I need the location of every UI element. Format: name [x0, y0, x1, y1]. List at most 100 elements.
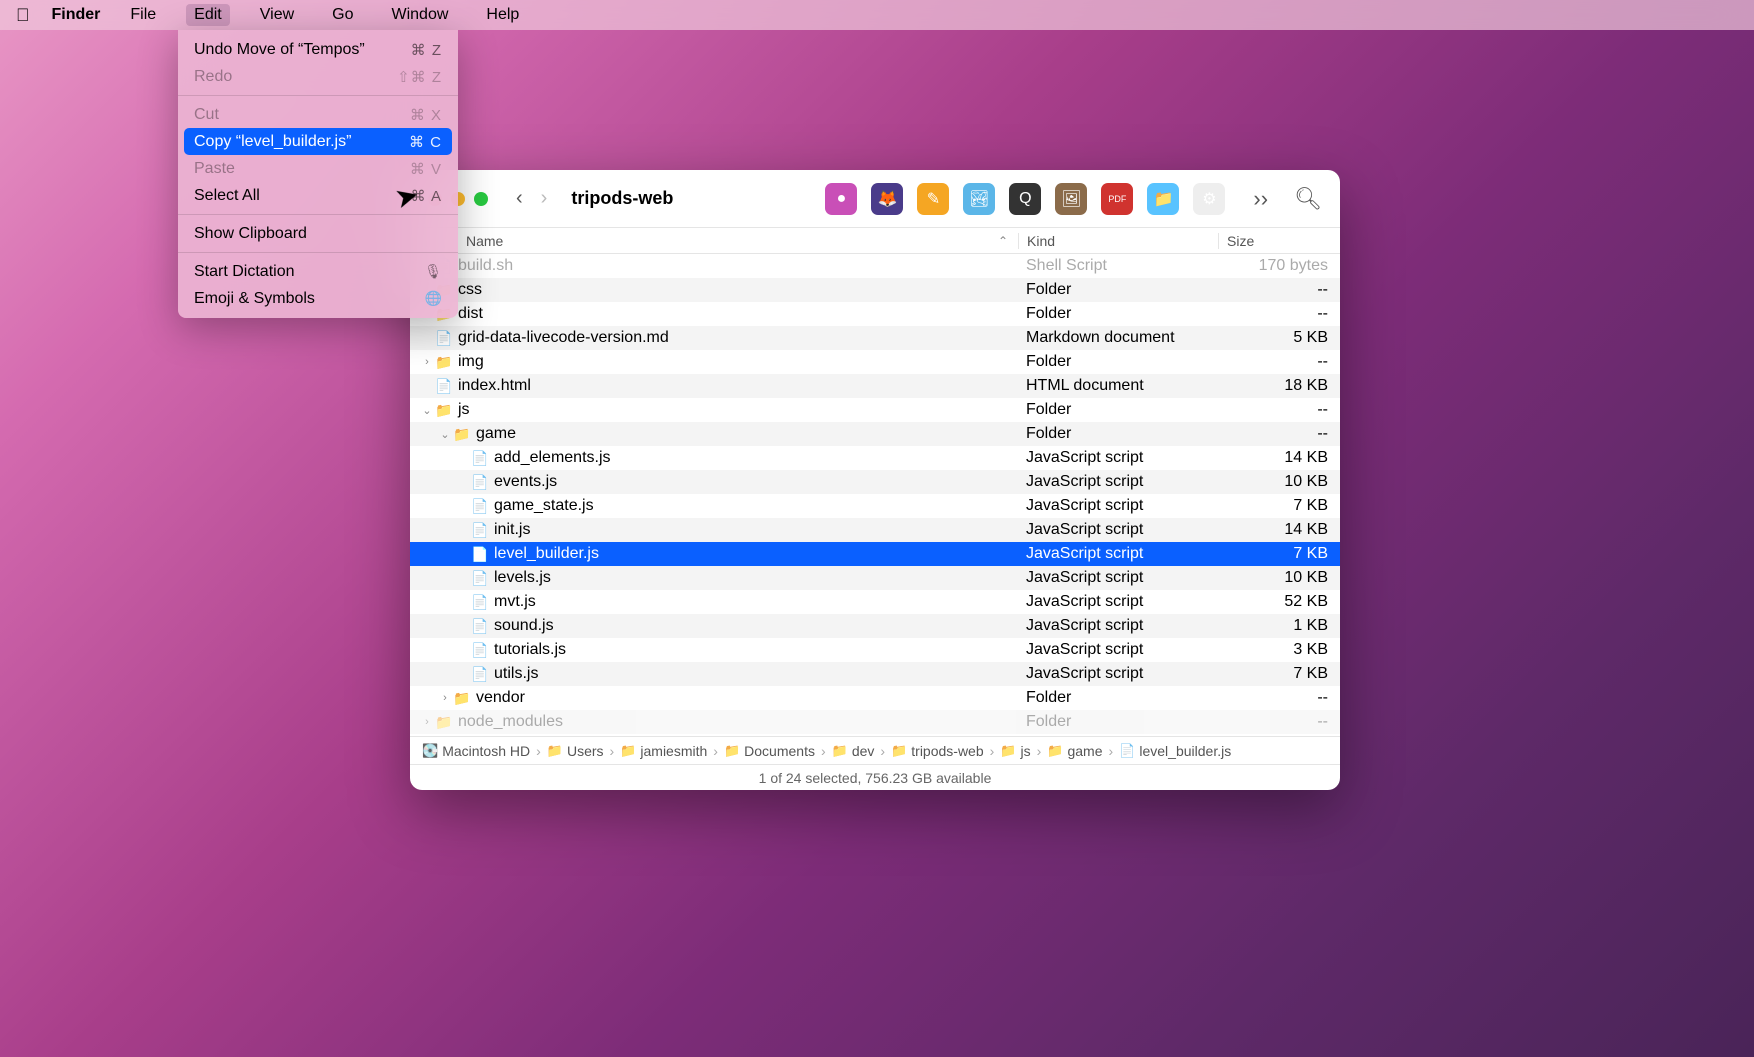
path-label: level_builder.js	[1139, 743, 1231, 759]
file-size: 18 KB	[1218, 377, 1328, 395]
path-label: game	[1067, 743, 1102, 759]
file-row[interactable]: 📄game_state.jsJavaScript script7 KB	[410, 494, 1340, 518]
file-row[interactable]: 📄add_elements.jsJavaScript script14 KB	[410, 446, 1340, 470]
menu-emoji[interactable]: Emoji & Symbols 🌐	[178, 285, 458, 312]
path-segment[interactable]: 📁Users	[547, 743, 604, 759]
column-headers: Name ⌃ Kind Size	[410, 228, 1340, 254]
file-size: 52 KB	[1218, 593, 1328, 611]
menu-window[interactable]: Window	[383, 4, 456, 26]
file-icon: 📄	[470, 498, 490, 515]
file-kind: JavaScript script	[1018, 497, 1218, 515]
file-kind: Folder	[1018, 281, 1218, 299]
file-size: 7 KB	[1218, 497, 1328, 515]
menu-separator	[178, 95, 458, 96]
overflow-button[interactable]: ››	[1253, 186, 1268, 212]
path-icon: 📁	[1047, 743, 1063, 759]
back-button[interactable]: ‹	[516, 187, 523, 210]
menu-copy[interactable]: Copy “level_builder.js” ⌘ C	[184, 128, 452, 155]
toolbar-app-quicktime[interactable]: Q	[1009, 183, 1041, 215]
menu-paste: Paste ⌘ V	[178, 155, 458, 182]
path-segment[interactable]: 📁dev	[832, 743, 875, 759]
path-segment[interactable]: 💽Macintosh HD	[422, 743, 530, 759]
file-row[interactable]: 📄utils.jsJavaScript script7 KB	[410, 662, 1340, 686]
file-row[interactable]: ›📁imgFolder--	[410, 350, 1340, 374]
file-row[interactable]: 📄grid-data-livecode-version.mdMarkdown d…	[410, 326, 1340, 350]
titlebar[interactable]: ‹ › tripods-web ●🦊✎🏞Q🖼PDF📁⚙ ›› 🔍︎	[410, 170, 1340, 228]
path-segment[interactable]: 📁game	[1047, 743, 1102, 759]
disclosure-icon[interactable]: ›	[438, 692, 452, 704]
file-row[interactable]: 📄levels.jsJavaScript script10 KB	[410, 566, 1340, 590]
menu-edit[interactable]: Edit	[186, 4, 230, 26]
path-segment[interactable]: 📁Documents	[724, 743, 815, 759]
search-icon[interactable]: 🔍︎	[1294, 186, 1322, 212]
menu-file[interactable]: File	[122, 4, 164, 26]
header-name[interactable]: Name ⌃	[410, 233, 1018, 249]
file-size: --	[1218, 353, 1328, 371]
maximize-button[interactable]	[474, 192, 488, 206]
file-row[interactable]: 📄index.htmlHTML document18 KB	[410, 374, 1340, 398]
toolbar-app-folder[interactable]: 📁	[1147, 183, 1179, 215]
path-segment[interactable]: 📁tripods-web	[891, 743, 984, 759]
file-row[interactable]: 📄init.jsJavaScript script14 KB	[410, 518, 1340, 542]
folder-icon: 📁	[434, 714, 454, 731]
disclosure-icon[interactable]: ⌄	[420, 404, 434, 417]
disclosure-icon[interactable]: ›	[420, 716, 434, 728]
apple-menu[interactable]: 	[16, 5, 30, 26]
file-kind: Folder	[1018, 713, 1218, 731]
file-size: 14 KB	[1218, 449, 1328, 467]
file-row[interactable]: 📄sound.jsJavaScript script1 KB	[410, 614, 1340, 638]
file-kind: JavaScript script	[1018, 545, 1218, 563]
header-size[interactable]: Size	[1218, 233, 1328, 249]
menu-show-clipboard[interactable]: Show Clipboard	[178, 220, 458, 247]
toolbar-app-preview[interactable]: 🏞	[963, 183, 995, 215]
path-icon: 💽	[422, 743, 438, 759]
app-name[interactable]: Finder	[52, 6, 101, 24]
path-segment[interactable]: 📄level_builder.js	[1119, 743, 1231, 759]
file-row[interactable]: ›📁vendorFolder--	[410, 686, 1340, 710]
menu-undo[interactable]: Undo Move of “Tempos” ⌘ Z	[178, 36, 458, 63]
file-row[interactable]: 📁distFolder--	[410, 302, 1340, 326]
menu-show-clipboard-label: Show Clipboard	[194, 225, 307, 243]
file-kind: JavaScript script	[1018, 521, 1218, 539]
path-bar[interactable]: 💽Macintosh HD›📁Users›📁jamiesmith›📁Docume…	[410, 736, 1340, 764]
file-icon: 📄	[470, 594, 490, 611]
file-row[interactable]: 📄events.jsJavaScript script10 KB	[410, 470, 1340, 494]
path-segment[interactable]: 📁js	[1000, 743, 1030, 759]
file-row[interactable]: 📄mvt.jsJavaScript script52 KB	[410, 590, 1340, 614]
file-row[interactable]: 📁cssFolder--	[410, 278, 1340, 302]
disclosure-icon[interactable]: ›	[420, 356, 434, 368]
file-row[interactable]: ›📁node_modulesFolder--	[410, 710, 1340, 734]
menu-view[interactable]: View	[252, 4, 302, 26]
file-kind: Shell Script	[1018, 257, 1218, 275]
file-name: css	[454, 281, 1018, 299]
file-list[interactable]: 📄build.shShell Script170 bytes📁cssFolder…	[410, 254, 1340, 736]
toolbar-app-app9[interactable]: ⚙	[1193, 183, 1225, 215]
path-segment[interactable]: 📁jamiesmith	[620, 743, 707, 759]
file-name: dist	[454, 305, 1018, 323]
menu-help[interactable]: Help	[478, 4, 527, 26]
menu-go[interactable]: Go	[324, 4, 361, 26]
menu-undo-label: Undo Move of “Tempos”	[194, 41, 365, 59]
file-row[interactable]: 📄level_builder.jsJavaScript script7 KB	[410, 542, 1340, 566]
toolbar-app-firefox[interactable]: 🦊	[871, 183, 903, 215]
disclosure-icon[interactable]: ⌄	[438, 428, 452, 441]
file-icon: 📄	[470, 546, 490, 563]
toolbar-app-app6[interactable]: 🖼	[1055, 183, 1087, 215]
file-name: levels.js	[490, 569, 1018, 587]
nav-buttons: ‹ ›	[516, 187, 547, 210]
toolbar-app-app1[interactable]: ●	[825, 183, 857, 215]
path-icon: 📁	[832, 743, 848, 759]
file-icon: 📄	[470, 570, 490, 587]
path-icon: 📁	[724, 743, 740, 759]
file-row[interactable]: ⌄📁jsFolder--	[410, 398, 1340, 422]
file-size: --	[1218, 425, 1328, 443]
menu-dictation[interactable]: Start Dictation 🎙	[178, 258, 458, 285]
toolbar-app-pdf[interactable]: PDF	[1101, 183, 1133, 215]
forward-button[interactable]: ›	[541, 187, 548, 210]
header-kind[interactable]: Kind	[1018, 233, 1218, 249]
file-row[interactable]: ⌄📁gameFolder--	[410, 422, 1340, 446]
file-row[interactable]: 📄tutorials.jsJavaScript script3 KB	[410, 638, 1340, 662]
file-row[interactable]: 📄build.shShell Script170 bytes	[410, 254, 1340, 278]
menubar:  Finder File Edit View Go Window Help	[0, 0, 1754, 30]
toolbar-app-app3[interactable]: ✎	[917, 183, 949, 215]
